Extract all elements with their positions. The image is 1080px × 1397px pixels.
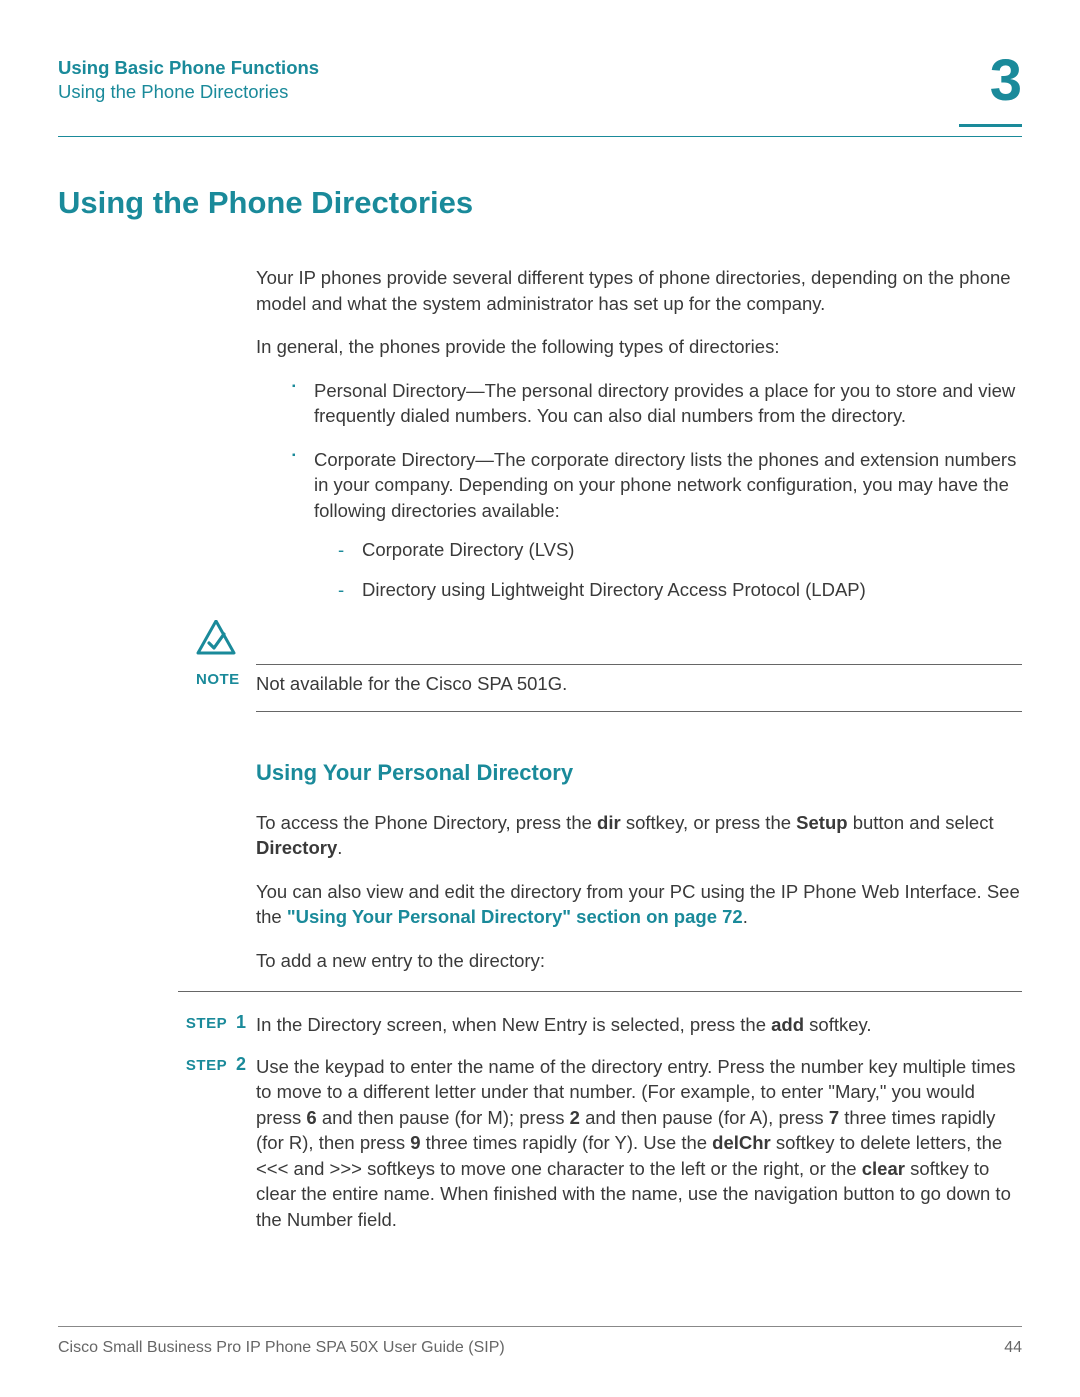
sub-bullet-ldap: Directory using Lightweight Directory Ac… [338, 577, 1022, 603]
chapter-number: 3 [990, 52, 1022, 110]
bullet-corporate-text: Corporate Directory—The corporate direct… [314, 449, 1016, 521]
cross-reference-link[interactable]: "Using Your Personal Directory" section … [287, 906, 743, 927]
steps-divider [178, 991, 1022, 992]
step-number: 2 [236, 1054, 246, 1074]
note-label: NOTE [196, 671, 240, 688]
document-page: Using Basic Phone Functions Using the Ph… [0, 0, 1080, 1397]
corporate-sublist: Corporate Directory (LVS) Directory usin… [338, 537, 1022, 602]
section-title: Using the Phone Directories [58, 80, 319, 104]
note-icon [196, 620, 236, 655]
page-number: 44 [1004, 1339, 1022, 1357]
chapter-title: Using Basic Phone Functions [58, 56, 319, 80]
subsection-p3: To add a new entry to the directory: [256, 948, 1022, 974]
step-label: STEP [186, 1015, 227, 1032]
note-divider-top [256, 664, 1022, 665]
step-number: 1 [236, 1012, 246, 1032]
chapter-accent [959, 124, 1022, 127]
header-divider [58, 136, 1022, 137]
step-1: STEP 1 In the Directory screen, when New… [178, 1012, 1022, 1038]
bullet-corporate: Corporate Directory—The corporate direct… [292, 447, 1022, 603]
step-1-text: In the Directory screen, when New Entry … [256, 1012, 1022, 1038]
step-2-text: Use the keypad to enter the name of the … [256, 1054, 1022, 1233]
footer-divider [58, 1326, 1022, 1327]
intro-paragraph-1: Your IP phones provide several different… [256, 265, 1022, 316]
page-header: Using Basic Phone Functions Using the Ph… [58, 56, 1022, 126]
intro-paragraph-2: In general, the phones provide the follo… [256, 334, 1022, 360]
subsection-p1: To access the Phone Directory, press the… [256, 810, 1022, 861]
sub-bullet-lvs: Corporate Directory (LVS) [338, 537, 1022, 563]
bullet-personal: Personal Directory—The personal director… [292, 378, 1022, 429]
footer-title: Cisco Small Business Pro IP Phone SPA 50… [58, 1339, 505, 1357]
step-2: STEP 2 Use the keypad to enter the name … [178, 1054, 1022, 1233]
note-block: NOTE Not available for the Cisco SPA 501… [58, 620, 1022, 712]
subsection-heading: Using Your Personal Directory [256, 760, 1022, 786]
main-heading: Using the Phone Directories [58, 185, 1022, 221]
note-text: Not available for the Cisco SPA 501G. [256, 671, 1022, 697]
directory-type-list: Personal Directory—The personal director… [292, 378, 1022, 603]
page-footer: Cisco Small Business Pro IP Phone SPA 50… [58, 1326, 1022, 1357]
note-divider-bottom [256, 711, 1022, 712]
step-label: STEP [186, 1057, 227, 1074]
subsection-p2: You can also view and edit the directory… [256, 879, 1022, 930]
